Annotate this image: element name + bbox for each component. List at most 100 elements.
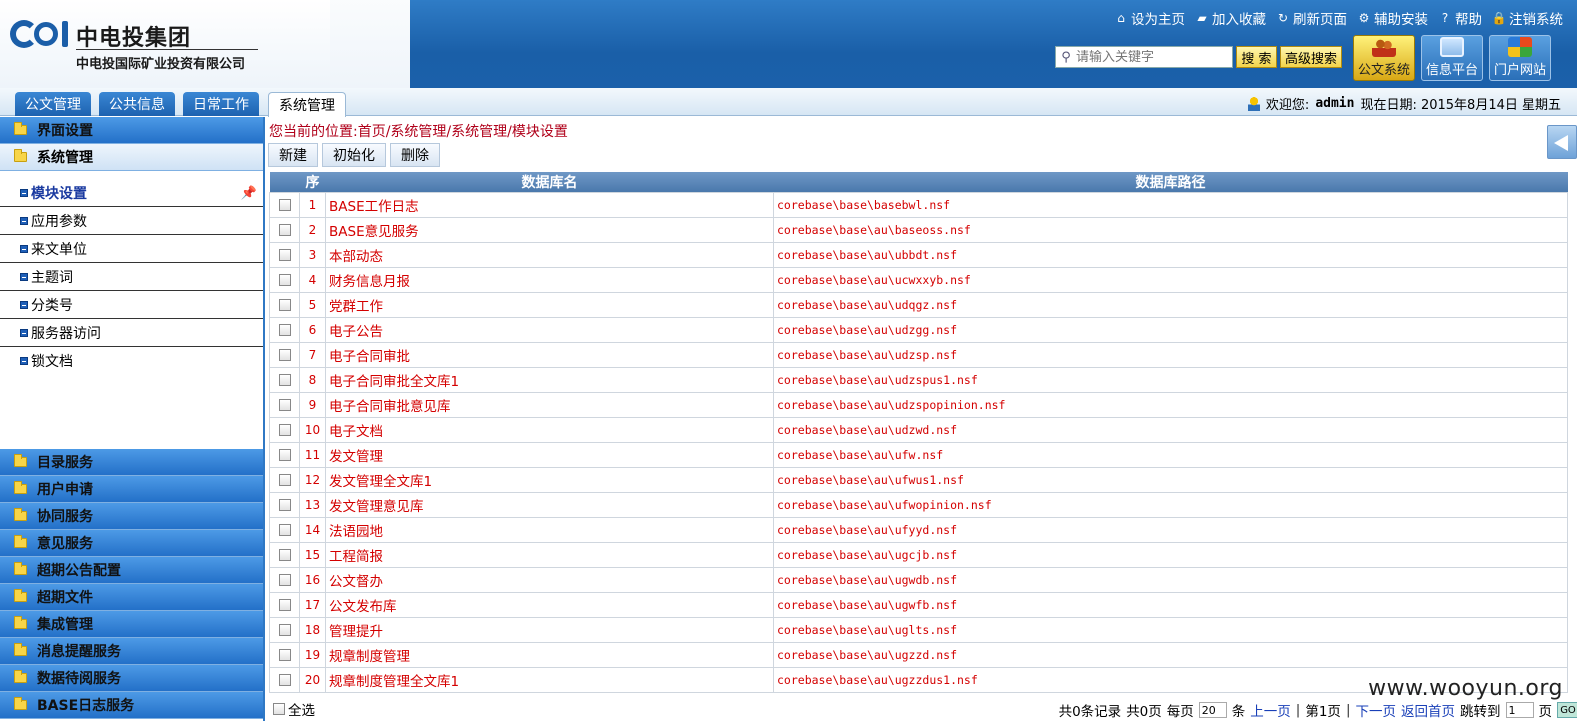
sidebar-group-pending-read[interactable]: 数据待阅服务 [0, 665, 263, 692]
sidebar-group-ui-settings[interactable]: 界面设置 [0, 117, 263, 144]
row-db-name[interactable]: 法语园地 [325, 517, 774, 543]
row-db-name[interactable]: 电子合同审批意见库 [325, 392, 774, 418]
table-row[interactable]: 11 发文管理 corebase\base\au\ufw.nsf [269, 442, 1568, 468]
row-db-name[interactable]: 电子公告 [325, 317, 774, 343]
help-link[interactable]: ? 帮助 [1438, 8, 1482, 28]
table-row[interactable]: 5 党群工作 corebase\base\au\udqgz.nsf [269, 292, 1568, 318]
row-db-path[interactable]: corebase\base\au\ufw.nsf [773, 442, 1568, 468]
first-page-link[interactable]: 返回首页 [1401, 700, 1455, 720]
header-seq[interactable]: 序 [299, 172, 326, 193]
row-db-path[interactable]: corebase\base\au\ugwfb.nsf [773, 592, 1568, 618]
row-checkbox[interactable] [278, 449, 291, 461]
row-checkbox[interactable] [278, 624, 291, 636]
sidebar-group-overdue-notice-config[interactable]: 超期公告配置 [0, 557, 263, 584]
row-db-name[interactable]: 电子合同审批 [325, 342, 774, 368]
row-checkbox[interactable] [278, 299, 291, 311]
row-db-path[interactable]: corebase\base\au\uglts.nsf [773, 617, 1568, 643]
row-db-path[interactable]: corebase\base\au\ubbdt.nsf [773, 242, 1568, 268]
sidebar-group-base-log[interactable]: BASE日志服务 [0, 692, 263, 719]
install-link[interactable]: ⚙ 辅助安装 [1357, 8, 1428, 28]
app-portal-site[interactable]: 门户网站 [1489, 35, 1551, 81]
table-row[interactable]: 2 BASE意见服务 corebase\base\au\baseoss.nsf [269, 217, 1568, 243]
table-row[interactable]: 10 电子文档 corebase\base\au\udzwd.nsf [269, 417, 1568, 443]
row-checkbox[interactable] [278, 349, 291, 361]
sidebar-group-system-management[interactable]: 系统管理 [0, 144, 263, 171]
row-checkbox[interactable] [278, 474, 291, 486]
row-db-path[interactable]: corebase\base\au\ufwus1.nsf [773, 467, 1568, 493]
pin-icon[interactable]: 📌 [241, 186, 257, 201]
row-checkbox[interactable] [278, 399, 291, 411]
row-db-path[interactable]: corebase\base\au\ufwopinion.nsf [773, 492, 1568, 518]
row-db-name[interactable]: 发文管理 [325, 442, 774, 468]
row-db-name[interactable]: 电子合同审批全文库1 [325, 367, 774, 393]
set-homepage-link[interactable]: ⌂ 设为主页 [1114, 8, 1185, 28]
header-db-name[interactable]: 数据库名 [325, 172, 774, 193]
sidebar-group-integration[interactable]: 集成管理 [0, 611, 263, 638]
go-button[interactable]: GO [1557, 702, 1577, 718]
tab-system-management[interactable]: 系统管理 [268, 92, 346, 117]
table-row[interactable]: 16 公文督办 corebase\base\au\ugwdb.nsf [269, 567, 1568, 593]
prev-page-link[interactable]: 上一页 [1250, 700, 1291, 720]
row-db-name[interactable]: BASE工作日志 [325, 192, 774, 218]
next-page-link[interactable]: 下一页 [1356, 700, 1397, 720]
row-db-path[interactable]: corebase\base\au\udzgg.nsf [773, 317, 1568, 343]
row-db-name[interactable]: 工程简报 [325, 542, 774, 568]
sidebar-group-directory-service[interactable]: 目录服务 [0, 449, 263, 476]
table-row[interactable]: 19 规章制度管理 corebase\base\au\ugzzd.nsf [269, 642, 1568, 668]
row-db-path[interactable]: corebase\base\au\ufyyd.nsf [773, 517, 1568, 543]
tab-daily-work[interactable]: 日常工作 [183, 92, 259, 116]
row-checkbox[interactable] [278, 324, 291, 336]
sidebar-item-lock-documents[interactable]: 锁文档 [0, 347, 263, 375]
refresh-link[interactable]: ↻ 刷新页面 [1276, 8, 1347, 28]
row-db-name[interactable]: 发文管理意见库 [325, 492, 774, 518]
row-db-path[interactable]: corebase\base\au\udzwd.nsf [773, 417, 1568, 443]
row-checkbox[interactable] [278, 549, 291, 561]
jump-page-input[interactable]: 1 [1505, 702, 1534, 718]
row-db-name[interactable]: 规章制度管理全文库1 [325, 667, 774, 693]
tab-public-info[interactable]: 公共信息 [99, 92, 175, 116]
sidebar-item-category-number[interactable]: 分类号 [0, 291, 263, 319]
row-db-name[interactable]: 本部动态 [325, 242, 774, 268]
row-db-name[interactable]: 财务信息月报 [325, 267, 774, 293]
sidebar-item-subject-words[interactable]: 主题词 [0, 263, 263, 291]
row-db-path[interactable]: corebase\base\au\ugcjb.nsf [773, 542, 1568, 568]
select-all[interactable]: 全选 [273, 699, 315, 719]
advanced-search-button[interactable]: 高级搜索 [1280, 46, 1342, 68]
row-db-path[interactable]: corebase\base\au\udzsp.nsf [773, 342, 1568, 368]
add-favorite-link[interactable]: ▰ 加入收藏 [1195, 8, 1266, 28]
new-button[interactable]: 新建 [268, 143, 318, 167]
row-db-name[interactable]: 管理提升 [325, 617, 774, 643]
row-checkbox[interactable] [278, 574, 291, 586]
table-row[interactable]: 8 电子合同审批全文库1 corebase\base\au\udzspus1.nsf [269, 367, 1568, 393]
initialize-button[interactable]: 初始化 [322, 143, 386, 167]
table-row[interactable]: 17 公文发布库 corebase\base\au\ugwfb.nsf [269, 592, 1568, 618]
table-row[interactable]: 6 电子公告 corebase\base\au\udzgg.nsf [269, 317, 1568, 343]
sidebar-group-user-request[interactable]: 用户申请 [0, 476, 263, 503]
logout-link[interactable]: 🔒 注销系统 [1492, 8, 1563, 28]
row-db-name[interactable]: BASE意见服务 [325, 217, 774, 243]
row-checkbox[interactable] [278, 249, 291, 261]
row-checkbox[interactable] [278, 274, 291, 286]
table-row[interactable]: 7 电子合同审批 corebase\base\au\udzsp.nsf [269, 342, 1568, 368]
row-db-path[interactable]: corebase\base\au\udqgz.nsf [773, 292, 1568, 318]
search-button[interactable]: 搜 索 [1236, 46, 1277, 68]
collapse-arrow-icon[interactable] [1547, 125, 1577, 159]
row-db-name[interactable]: 公文发布库 [325, 592, 774, 618]
row-checkbox[interactable] [278, 424, 291, 436]
row-checkbox[interactable] [278, 524, 291, 536]
header-db-path[interactable]: 数据库路径 [773, 172, 1568, 193]
delete-button[interactable]: 删除 [390, 143, 440, 167]
table-row[interactable]: 1 BASE工作日志 corebase\base\basebwl.nsf [269, 192, 1568, 218]
sidebar-item-sender-units[interactable]: 来文单位 [0, 235, 263, 263]
row-db-path[interactable]: corebase\base\au\ugzzd.nsf [773, 642, 1568, 668]
search-input[interactable] [1076, 49, 1226, 65]
row-db-path[interactable]: corebase\base\au\udzspus1.nsf [773, 367, 1568, 393]
table-row[interactable]: 15 工程简报 corebase\base\au\ugcjb.nsf [269, 542, 1568, 568]
row-checkbox[interactable] [278, 224, 291, 236]
table-row[interactable]: 18 管理提升 corebase\base\au\uglts.nsf [269, 617, 1568, 643]
row-db-name[interactable]: 规章制度管理 [325, 642, 774, 668]
table-row[interactable]: 12 发文管理全文库1 corebase\base\au\ufwus1.nsf [269, 467, 1568, 493]
row-db-path[interactable]: corebase\base\au\ugwdb.nsf [773, 567, 1568, 593]
row-db-path[interactable]: corebase\base\basebwl.nsf [773, 192, 1568, 218]
row-db-name[interactable]: 电子文档 [325, 417, 774, 443]
